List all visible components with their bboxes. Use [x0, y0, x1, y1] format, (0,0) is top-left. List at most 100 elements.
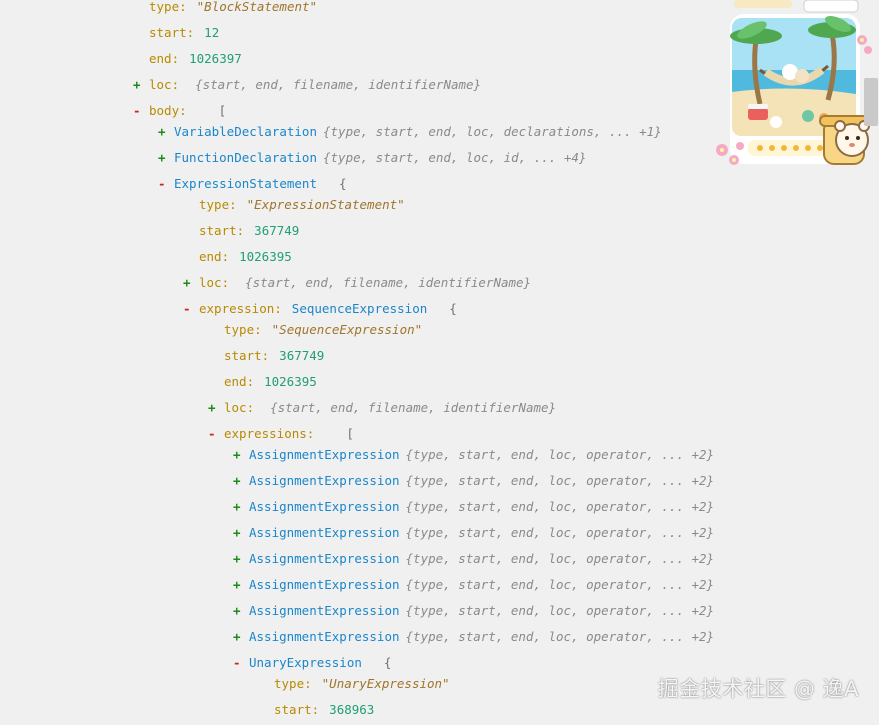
tree-row[interactable]: - UnaryExpression { [233, 653, 391, 673]
tree-row[interactable]: + loc: {start, end, filename, identifierNa… [208, 398, 556, 418]
property-key: type [149, 0, 180, 14]
node-type-name[interactable]: ExpressionStatement [174, 176, 317, 191]
node-type-name[interactable]: AssignmentExpression [249, 577, 400, 592]
collapsed-summary[interactable]: {start, end, filename, identifierName} [195, 77, 481, 92]
beach-hammock-sticker-icon [712, 0, 879, 180]
property-value: 12 [204, 25, 220, 40]
expand-toggle[interactable]: + [233, 549, 245, 569]
expand-toggle[interactable]: + [233, 497, 245, 517]
collapsed-summary[interactable]: {type, start, end, loc, operator, ... +2… [406, 525, 715, 540]
tree-row[interactable]: + AssignmentExpression {type, start, end, … [233, 471, 714, 491]
tree-row[interactable]: - body: [ [133, 101, 226, 121]
node-type-name[interactable]: AssignmentExpression [249, 603, 400, 618]
tree-row: type: "UnaryExpression" [274, 674, 450, 694]
property-key: end [149, 51, 172, 66]
tree-row[interactable]: + loc: {start, end, filename, identifierNa… [133, 75, 481, 95]
collapsed-summary[interactable]: {start, end, filename, identifierName} [245, 275, 531, 290]
colon-separator: : [171, 51, 180, 66]
expand-toggle[interactable]: + [233, 523, 245, 543]
property-value: "SequenceExpression" [271, 322, 423, 337]
collapsed-summary[interactable]: {type, start, end, loc, id, ... +4} [323, 150, 586, 165]
property-key: loc [224, 400, 247, 415]
tree-row[interactable]: + FunctionDeclaration {type, start, end, l… [158, 148, 586, 168]
property-value: "BlockStatement" [196, 0, 318, 14]
expand-toggle[interactable]: + [208, 398, 220, 418]
tree-row[interactable]: + AssignmentExpression {type, start, end, … [233, 523, 714, 543]
open-bracket: [ [346, 426, 354, 441]
property-key: loc [149, 77, 172, 92]
property-key: start [224, 348, 262, 363]
node-type-name[interactable]: SequenceExpression [292, 301, 427, 316]
expand-toggle[interactable]: + [133, 75, 145, 95]
collapsed-summary[interactable]: {type, start, end, loc, operator, ... +2… [406, 577, 715, 592]
expand-toggle[interactable]: + [233, 601, 245, 621]
node-type-name[interactable]: FunctionDeclaration [174, 150, 317, 165]
expand-toggle[interactable]: + [158, 122, 170, 142]
collapse-toggle[interactable]: - [233, 653, 245, 673]
collapsed-summary[interactable]: {start, end, filename, identifierName} [270, 400, 556, 415]
collapsed-summary[interactable]: {type, start, end, loc, operator, ... +2… [406, 629, 715, 644]
collapsed-summary[interactable]: {type, start, end, loc, operator, ... +2… [406, 473, 715, 488]
expand-toggle[interactable]: + [233, 575, 245, 595]
tree-row[interactable]: - expression: SequenceExpression { [183, 299, 457, 319]
ast-explorer-view: type: "BlockStatement" start: 12 end: 1026397… [0, 0, 879, 725]
tree-row: start: 367749 [199, 221, 299, 241]
tree-row[interactable]: + AssignmentExpression {type, start, end, … [233, 445, 714, 465]
collapse-toggle[interactable]: - [158, 174, 170, 194]
tree-row[interactable]: + AssignmentExpression {type, start, end, … [233, 575, 714, 595]
expand-toggle[interactable]: + [233, 627, 245, 647]
node-type-name[interactable]: AssignmentExpression [249, 525, 400, 540]
colon-separator: : [306, 426, 315, 441]
tree-row[interactable]: + AssignmentExpression {type, start, end, … [233, 627, 714, 647]
tree-row: type: "SequenceExpression" [224, 320, 422, 340]
tree-row[interactable]: + AssignmentExpression {type, start, end, … [233, 601, 714, 621]
node-type-name[interactable]: AssignmentExpression [249, 473, 400, 488]
tree-row[interactable]: - ExpressionStatement { [158, 174, 347, 194]
expand-toggle[interactable]: + [158, 148, 170, 168]
property-value: 368963 [329, 702, 375, 717]
colon-separator: : [179, 0, 187, 14]
property-key: expression [199, 301, 275, 316]
expand-toggle[interactable]: + [233, 471, 245, 491]
colon-separator: : [221, 249, 230, 264]
node-type-name[interactable]: VariableDeclaration [174, 124, 317, 139]
colon-separator: : [246, 400, 255, 415]
property-key: start [199, 223, 237, 238]
tree-row[interactable]: + AssignmentExpression {type, start, end, … [233, 497, 714, 517]
tree-row: start: 12 [149, 23, 219, 43]
colon-separator: : [304, 676, 312, 691]
expand-toggle[interactable]: + [233, 445, 245, 465]
collapse-toggle[interactable]: - [183, 299, 195, 319]
node-type-name[interactable]: AssignmentExpression [249, 629, 400, 644]
node-type-name[interactable]: AssignmentExpression [249, 447, 400, 462]
node-type-name[interactable]: AssignmentExpression [249, 551, 400, 566]
collapsed-summary[interactable]: {type, start, end, loc, operator, ... +2… [406, 499, 715, 514]
scrollbar-thumb[interactable] [864, 78, 878, 126]
property-key: start [149, 25, 187, 40]
collapsed-summary[interactable]: {type, start, end, loc, operator, ... +2… [406, 551, 715, 566]
expand-toggle[interactable]: + [183, 273, 195, 293]
tree-row[interactable]: + loc: {start, end, filename, identifierNa… [183, 273, 531, 293]
property-key: end [224, 374, 247, 389]
property-value: 1026395 [264, 374, 317, 389]
colon-separator: : [274, 301, 282, 316]
collapsed-summary[interactable]: {type, start, end, loc, declarations, ..… [323, 124, 662, 139]
tree-row[interactable]: + VariableDeclaration {type, start, end, l… [158, 122, 662, 142]
colon-separator: : [221, 275, 230, 290]
collapse-toggle[interactable]: - [133, 101, 145, 121]
collapsed-summary[interactable]: {type, start, end, loc, operator, ... +2… [406, 603, 715, 618]
collapsed-summary[interactable]: {type, start, end, loc, operator, ... +2… [406, 447, 715, 462]
node-type-name[interactable]: AssignmentExpression [249, 499, 400, 514]
colon-separator: : [246, 374, 255, 389]
tree-row[interactable]: - expressions: [ [208, 424, 354, 444]
tree-row: type: "BlockStatement" [149, 0, 317, 17]
property-key: type [199, 197, 230, 212]
colon-separator: : [254, 322, 262, 337]
property-value: 367749 [254, 223, 300, 238]
property-key: end [199, 249, 222, 264]
node-type-name[interactable]: UnaryExpression [249, 655, 362, 670]
property-key: type [274, 676, 305, 691]
open-bracket: { [449, 301, 457, 316]
tree-row[interactable]: + AssignmentExpression {type, start, end, … [233, 549, 714, 569]
collapse-toggle[interactable]: - [208, 424, 220, 444]
